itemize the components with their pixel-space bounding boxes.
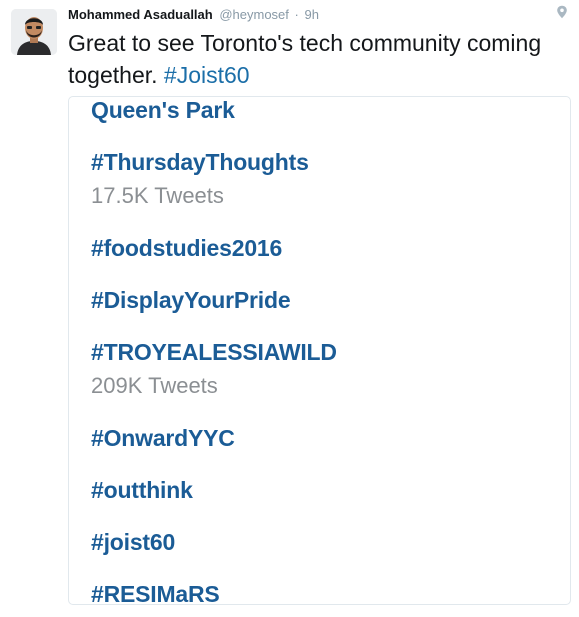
author-handle[interactable]: @heymosef [219, 7, 289, 22]
meta-separator: · [294, 7, 299, 22]
trend-name[interactable]: #joist60 [91, 529, 175, 555]
user-avatar-icon [11, 9, 57, 55]
trends-screenshot-card[interactable]: Queen's Park #ThursdayThoughts 17.5K Twe… [68, 96, 571, 605]
trend-item[interactable]: #DisplayYourPride [91, 287, 291, 313]
avatar[interactable] [11, 9, 57, 55]
trend-item[interactable]: #foodstudies2016 [91, 235, 282, 261]
geo-pin-icon[interactable] [556, 5, 568, 19]
trend-name[interactable]: #OnwardYYC [91, 425, 235, 451]
trend-item[interactable]: #joist60 [91, 529, 175, 555]
trend-item[interactable]: Queen's Park [91, 97, 235, 123]
trend-name[interactable]: #DisplayYourPride [91, 287, 291, 313]
trend-item[interactable]: #outthink [91, 477, 193, 503]
tweet-timestamp[interactable]: 9h [305, 7, 319, 22]
trend-item[interactable]: #TROYEALESSIAWILD 209K Tweets [91, 339, 337, 399]
trend-name[interactable]: #TROYEALESSIAWILD [91, 339, 337, 365]
trend-name[interactable]: #ThursdayThoughts [91, 149, 309, 175]
trend-tweet-count: 17.5K Tweets [91, 183, 224, 208]
tweet-header: Mohammed Asaduallah @heymosef · 9h [68, 7, 319, 23]
tweet-text-body: Great to see Toronto's tech community co… [68, 30, 542, 88]
trend-tweet-count: 209K Tweets [91, 373, 218, 398]
trend-item[interactable]: #OnwardYYC [91, 425, 235, 451]
trend-item[interactable]: #RESIMaRS [91, 581, 220, 604]
trend-name[interactable]: #outthink [91, 477, 193, 503]
hashtag-link[interactable]: #Joist60 [164, 62, 250, 88]
trend-name[interactable]: #RESIMaRS [91, 581, 220, 604]
trend-name[interactable]: #foodstudies2016 [91, 235, 282, 261]
trend-name[interactable]: Queen's Park [91, 97, 235, 123]
author-name[interactable]: Mohammed Asaduallah [68, 7, 213, 22]
tweet-text: Great to see Toronto's tech community co… [68, 27, 558, 91]
tweet: Mohammed Asaduallah @heymosef · 9h Great… [0, 0, 579, 617]
trend-item[interactable]: #ThursdayThoughts 17.5K Tweets [91, 149, 309, 209]
